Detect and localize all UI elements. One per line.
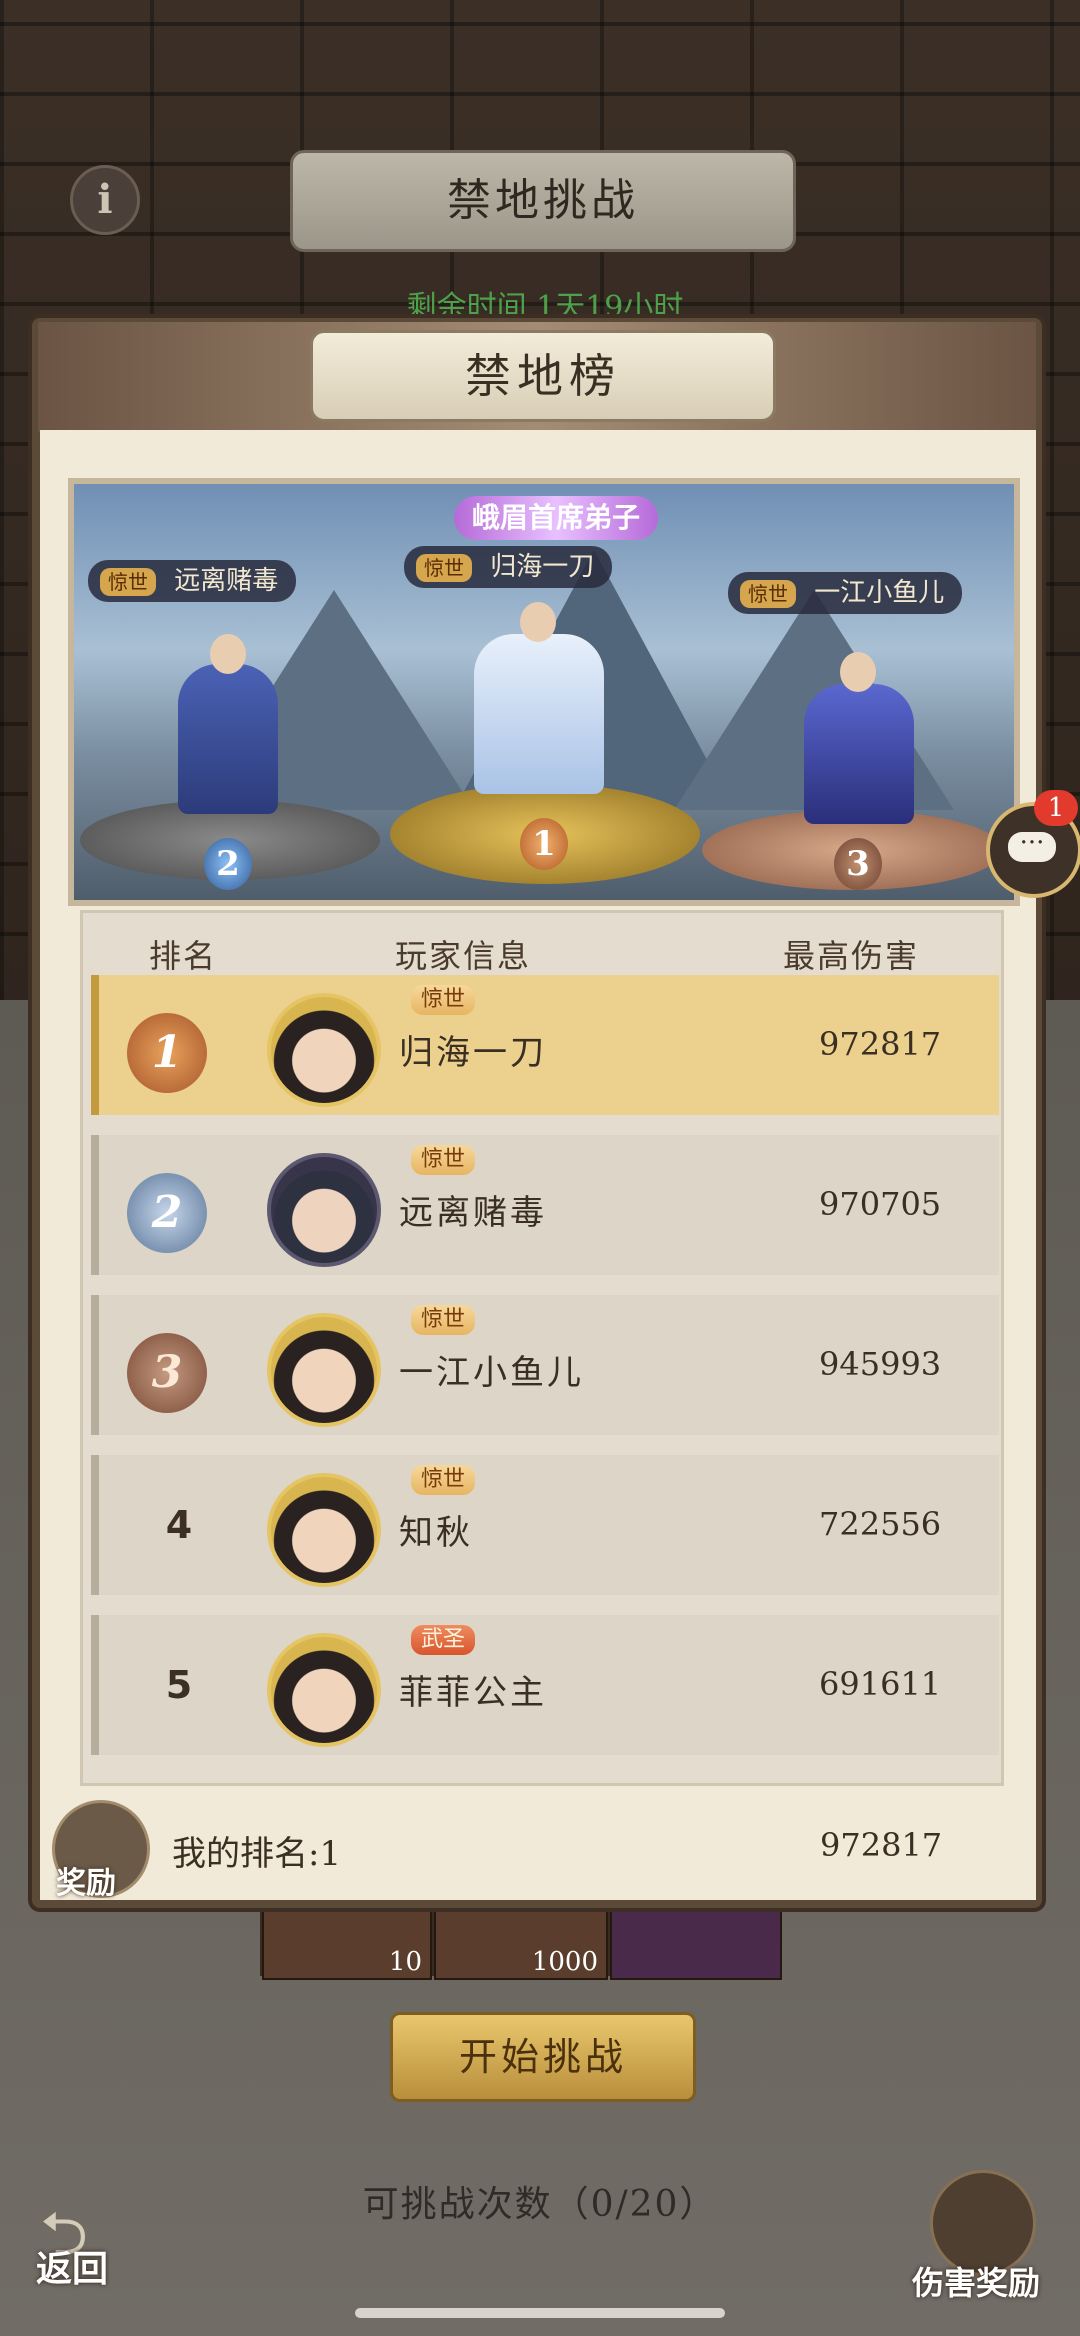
player-figure-1[interactable] [474, 634, 604, 794]
avatar[interactable] [267, 1633, 381, 1747]
modal-title: 禁地榜 [310, 330, 776, 422]
table-row[interactable]: 4 惊世 知秋 722556 [91, 1455, 999, 1595]
reward-button[interactable]: 奖励 [56, 1858, 116, 1902]
tier-badge: 武圣 [411, 1625, 476, 1655]
rank-medal-gold: 1 [127, 1013, 207, 1093]
tier-badge: 惊世 [411, 1145, 476, 1175]
podium-scene: 峨眉首席弟子 惊世 远离赌毒 2 惊世 归海一刀 1 惊世 一江小鱼儿 3 [68, 478, 1020, 906]
podium-name-tag-2: 惊世 远离赌毒 [88, 560, 297, 602]
podium-player-name: 一江小鱼儿 [814, 578, 945, 608]
max-damage: 691611 [819, 1665, 942, 1703]
my-max-damage: 972817 [820, 1826, 943, 1864]
podium-name-tag-3: 惊世 一江小鱼儿 [728, 572, 963, 614]
avatar[interactable] [267, 1473, 381, 1587]
player-name: 一江小鱼儿 [399, 1353, 584, 1393]
reward-item[interactable]: 1000 [434, 1910, 608, 1980]
podium-player-name: 归海一刀 [490, 552, 595, 582]
podium-rank-3: 3 [834, 838, 882, 890]
player-name: 归海一刀 [399, 1033, 547, 1073]
avatar[interactable] [267, 993, 381, 1107]
tier-chip: 惊世 [416, 554, 472, 582]
reward-item[interactable]: 10 [262, 1910, 432, 1980]
reward-item-count: 10 [388, 1947, 422, 1977]
tier-chip: 惊世 [100, 568, 156, 596]
table-row[interactable]: 2 惊世 远离赌毒 970705 [91, 1135, 999, 1275]
info-icon[interactable]: i [70, 165, 140, 235]
rank-medal-silver: 2 [127, 1173, 207, 1253]
header-max-damage: 最高伤害 [783, 937, 920, 975]
max-damage: 972817 [819, 1025, 942, 1063]
home-indicator[interactable] [355, 2308, 725, 2318]
player-figure-head [520, 602, 556, 642]
player-figure-head [210, 634, 246, 674]
player-figure-2[interactable] [178, 664, 278, 814]
podium-rank-2: 2 [204, 838, 252, 890]
podium-name-tag-1: 惊世 归海一刀 [404, 546, 613, 588]
tier-badge: 惊世 [411, 985, 476, 1015]
table-row[interactable]: 5 武圣 菲菲公主 691611 [91, 1615, 999, 1755]
player-name: 远离赌毒 [399, 1193, 547, 1233]
max-damage: 970705 [819, 1185, 942, 1223]
podium-rank-1: 1 [520, 818, 568, 870]
chat-icon: ··· [1008, 830, 1056, 862]
rank-medal-bronze: 3 [127, 1333, 207, 1413]
player-name: 菲菲公主 [399, 1673, 547, 1713]
leaderboard-table: 排名 玩家信息 最高伤害 1 惊世 归海一刀 972817 2 惊世 远离赌毒 … [80, 910, 1004, 1786]
player-figure-head [840, 652, 876, 692]
chat-unread-badge: 1 [1034, 790, 1078, 826]
avatar[interactable] [267, 1153, 381, 1267]
start-challenge-button[interactable]: 开始挑战 [390, 2012, 696, 2102]
max-damage: 722556 [819, 1505, 942, 1543]
player-name: 知秋 [399, 1513, 473, 1553]
tier-chip: 惊世 [740, 580, 796, 608]
player-figure-3[interactable] [804, 684, 914, 824]
max-damage: 945993 [819, 1345, 942, 1383]
table-row[interactable]: 1 惊世 归海一刀 972817 [91, 975, 999, 1115]
damage-reward-button[interactable]: 伤害奖励 [912, 2258, 1040, 2304]
table-row[interactable]: 3 惊世 一江小鱼儿 945993 [91, 1295, 999, 1435]
tier-badge: 惊世 [411, 1465, 476, 1495]
my-rank: 我的排名:1 [172, 1834, 342, 1874]
rank-number: 4 [165, 1503, 193, 1547]
back-button[interactable]: 返回 [36, 2240, 108, 2292]
attempts-remaining: 可挑战次数（0/20） [362, 2184, 718, 2225]
podium-player-name: 远离赌毒 [174, 566, 279, 596]
tier-badge: 惊世 [411, 1305, 476, 1335]
reward-item-count: 1000 [531, 1947, 598, 1977]
rank-number: 5 [165, 1663, 193, 1707]
reward-item[interactable] [610, 1910, 782, 1980]
title-badge: 峨眉首席弟子 [454, 496, 659, 540]
avatar[interactable] [267, 1313, 381, 1427]
header-player-info: 玩家信息 [395, 937, 532, 975]
header-rank: 排名 [149, 937, 218, 975]
page-title: 禁地挑战 [290, 150, 796, 252]
